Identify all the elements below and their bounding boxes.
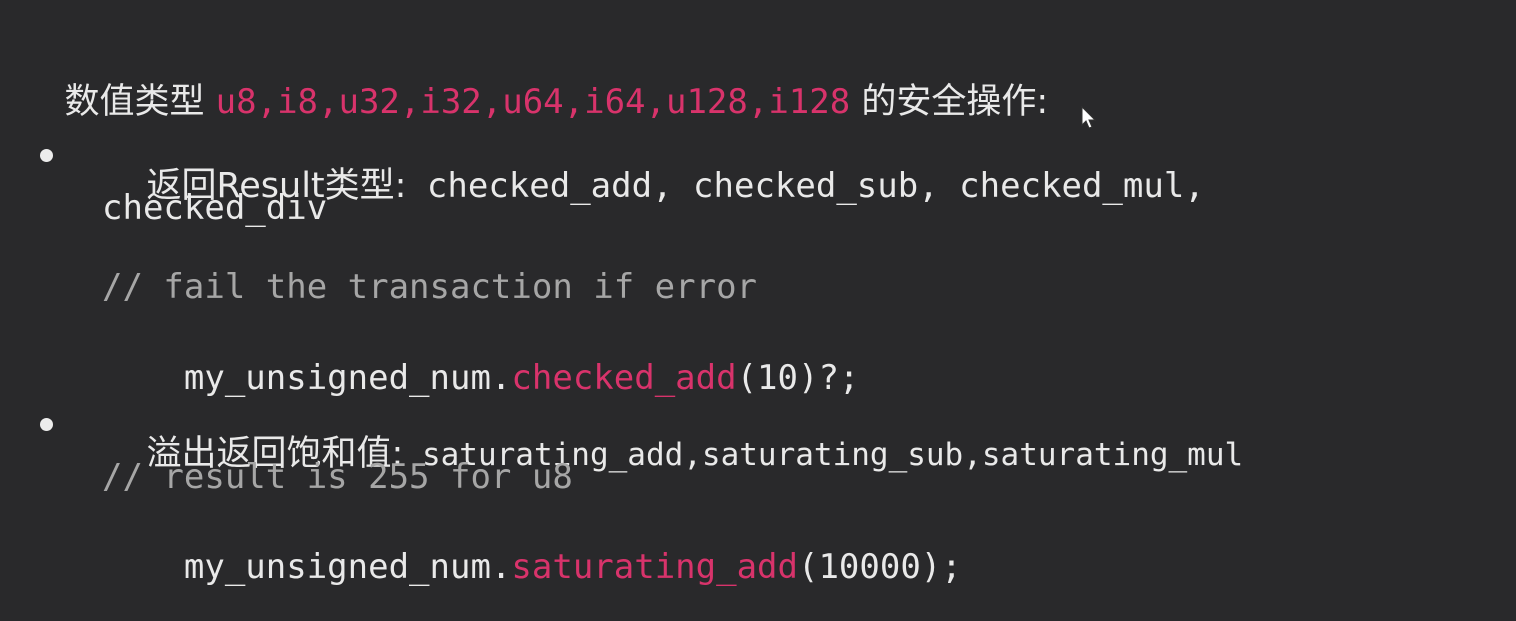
- heading-prefix: 数值类型: [64, 82, 216, 122]
- slide: 数值类型 u8,i8,u32,i32,u64,i64,u128,i128 的安全…: [0, 0, 1516, 590]
- bullet1-code-method: checked_add: [511, 358, 737, 398]
- bullet1-code-args: (10)?;: [736, 358, 860, 398]
- bullet2-code-line: my_unsigned_num.saturating_add(10000);: [102, 516, 962, 618]
- bullet1-methods-line2: checked_div: [102, 188, 328, 228]
- bullet2-code-comment: // result is 255 for u8: [102, 457, 573, 497]
- bullet2-code-object: my_unsigned_num.: [183, 547, 512, 587]
- bullet1-methods-line1: checked_add, checked_sub, checked_mul,: [406, 166, 1205, 206]
- bullet2-code-method: saturating_add: [511, 547, 798, 587]
- bullet1-code-comment: // fail the transaction if error: [102, 267, 758, 307]
- bullet1-code-object: my_unsigned_num.: [183, 358, 512, 398]
- bullet2-code-args: (10000);: [797, 547, 962, 587]
- heading-suffix: 的安全操作:: [850, 82, 1049, 122]
- bullet-icon: [40, 418, 53, 431]
- bullet-icon: [40, 149, 53, 162]
- heading-types: u8,i8,u32,i32,u64,i64,u128,i128: [215, 82, 851, 122]
- mouse-cursor-icon: [1081, 106, 1097, 129]
